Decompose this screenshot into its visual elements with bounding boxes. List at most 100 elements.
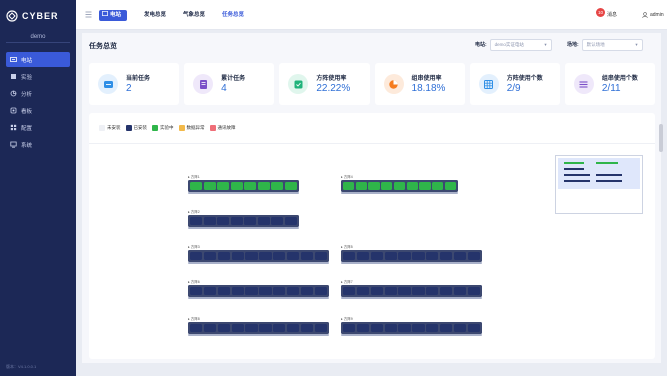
rack-slot[interactable] bbox=[203, 324, 217, 332]
rack-slot[interactable] bbox=[190, 217, 203, 225]
app-logo[interactable]: CYBER bbox=[6, 9, 70, 23]
rack-slot[interactable] bbox=[412, 324, 425, 332]
rack-slot[interactable] bbox=[398, 252, 411, 260]
rack-slot[interactable] bbox=[203, 287, 217, 295]
rack-slot[interactable] bbox=[217, 324, 231, 332]
rack-slot[interactable] bbox=[273, 324, 286, 332]
sidebar-item-system[interactable]: 系统 bbox=[6, 137, 70, 152]
rack-slot[interactable] bbox=[217, 182, 230, 190]
rack-slot[interactable] bbox=[368, 182, 380, 190]
rack-slot[interactable] bbox=[244, 182, 257, 190]
rack-slot[interactable] bbox=[286, 252, 300, 260]
tab-station[interactable]: 电站 bbox=[99, 10, 127, 21]
rack-slot[interactable] bbox=[300, 287, 314, 295]
rack-slot[interactable] bbox=[217, 217, 230, 225]
rack-slot[interactable] bbox=[398, 287, 411, 295]
rack-slot[interactable] bbox=[355, 182, 367, 190]
rack-slot[interactable] bbox=[406, 182, 418, 190]
rack-slot[interactable] bbox=[190, 252, 203, 260]
site-select[interactable]: 默认场地 ▾ bbox=[581, 38, 643, 51]
rack-slot[interactable] bbox=[467, 324, 480, 332]
rack-slot[interactable] bbox=[231, 324, 244, 332]
rack-slot[interactable] bbox=[245, 287, 258, 295]
rack-slot[interactable] bbox=[356, 324, 370, 332]
rack-slot[interactable] bbox=[273, 252, 286, 260]
rack-slot[interactable] bbox=[259, 324, 272, 332]
sidebar-item-analysis[interactable]: 分析 bbox=[6, 86, 70, 101]
rack-slot[interactable] bbox=[453, 252, 467, 260]
sidebar-item-config[interactable]: 配置 bbox=[6, 120, 70, 135]
rack-slot[interactable] bbox=[439, 252, 453, 260]
rack-slot[interactable] bbox=[356, 287, 370, 295]
tab-weather-overview[interactable]: 气象总览 bbox=[183, 10, 205, 21]
tab-power-overview[interactable]: 发电总览 bbox=[144, 10, 166, 21]
rack-slot[interactable] bbox=[230, 217, 243, 225]
tab-task-overview[interactable]: 任务总览 bbox=[222, 10, 244, 21]
rack-slot[interactable] bbox=[217, 252, 231, 260]
rack-slot[interactable] bbox=[412, 252, 425, 260]
rack-slot[interactable] bbox=[426, 252, 439, 260]
rack-slot[interactable] bbox=[381, 182, 393, 190]
rack-slot[interactable] bbox=[257, 182, 270, 190]
rack-slot[interactable] bbox=[190, 324, 203, 332]
rack-slot[interactable] bbox=[203, 182, 216, 190]
rack-slot[interactable] bbox=[300, 324, 314, 332]
rack-slot[interactable] bbox=[356, 252, 370, 260]
rack-slot[interactable] bbox=[314, 252, 327, 260]
rack-slot[interactable] bbox=[439, 287, 453, 295]
rack-slot[interactable] bbox=[343, 324, 356, 332]
rack-slot[interactable] bbox=[314, 287, 327, 295]
rack-slot[interactable] bbox=[284, 182, 297, 190]
rack-slot[interactable] bbox=[286, 287, 300, 295]
rack-slot[interactable] bbox=[453, 287, 467, 295]
rack-slot[interactable] bbox=[370, 252, 384, 260]
rack-slot[interactable] bbox=[467, 287, 480, 295]
notifications[interactable]: 10 消息 bbox=[596, 7, 617, 21]
rack-slot[interactable] bbox=[453, 324, 467, 332]
rack-slot[interactable] bbox=[231, 287, 244, 295]
sidebar-item-experiment[interactable]: 实验 bbox=[6, 69, 70, 84]
rack-slot[interactable] bbox=[244, 217, 257, 225]
rack-slot[interactable] bbox=[426, 324, 439, 332]
rack-slot[interactable] bbox=[412, 287, 425, 295]
rack-slot[interactable] bbox=[384, 324, 397, 332]
rack-slot[interactable] bbox=[314, 324, 327, 332]
rack-slot[interactable] bbox=[259, 252, 272, 260]
station-select[interactable]: demo实证电站 ▾ bbox=[489, 38, 552, 51]
rack-slot[interactable] bbox=[370, 287, 384, 295]
rack-slot[interactable] bbox=[393, 182, 406, 190]
rack-slot[interactable] bbox=[203, 217, 216, 225]
sidebar-item-dashboard[interactable]: 看板 bbox=[6, 103, 70, 118]
rack-slot[interactable] bbox=[284, 217, 297, 225]
rack-slot[interactable] bbox=[259, 287, 272, 295]
user-menu[interactable]: admin bbox=[642, 9, 664, 20]
rack-slot[interactable] bbox=[190, 182, 203, 190]
rack-slot[interactable] bbox=[384, 252, 397, 260]
rack-slot[interactable] bbox=[426, 287, 439, 295]
rack-slot[interactable] bbox=[190, 287, 203, 295]
rack-slot[interactable] bbox=[467, 252, 480, 260]
page-scrollbar[interactable] bbox=[659, 124, 663, 152]
rack-slot[interactable] bbox=[245, 252, 258, 260]
sidebar-item-station[interactable]: 电站 bbox=[6, 52, 70, 67]
minimap[interactable] bbox=[555, 155, 643, 214]
rack-slot[interactable] bbox=[439, 324, 453, 332]
rack-slot[interactable] bbox=[257, 217, 270, 225]
rack-slot[interactable] bbox=[300, 252, 314, 260]
rack-slot[interactable] bbox=[271, 217, 284, 225]
rack-slot[interactable] bbox=[419, 182, 431, 190]
rack-slot[interactable] bbox=[398, 324, 411, 332]
rack-slot[interactable] bbox=[231, 252, 244, 260]
rack-slot[interactable] bbox=[245, 324, 258, 332]
rack-slot[interactable] bbox=[343, 252, 356, 260]
rack-slot[interactable] bbox=[370, 324, 384, 332]
rack-slot[interactable] bbox=[384, 287, 397, 295]
rack-slot[interactable] bbox=[273, 287, 286, 295]
rack-slot[interactable] bbox=[217, 287, 231, 295]
rack-slot[interactable] bbox=[203, 252, 217, 260]
rack-slot[interactable] bbox=[343, 287, 356, 295]
rack-slot[interactable] bbox=[271, 182, 284, 190]
rack-slot[interactable] bbox=[343, 182, 355, 190]
rack-slot[interactable] bbox=[230, 182, 243, 190]
rack-slot[interactable] bbox=[432, 182, 444, 190]
